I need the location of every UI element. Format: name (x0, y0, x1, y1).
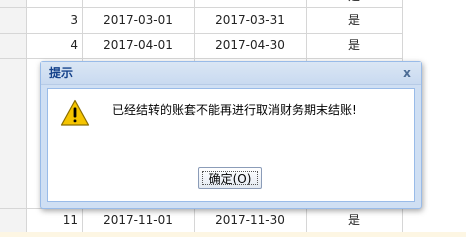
alert-dialog: 提示 x 已经结转的账套不能再进行取消财务期末结账! 确定(O) (40, 61, 422, 209)
table-cell-flag: 是 (347, 38, 360, 52)
dialog-title: 提示 (49, 66, 74, 80)
table-row[interactable]: 3 2017-03-01 2017-03-31 是 (0, 8, 466, 32)
dialog-body: 已经结转的账套不能再进行取消财务期末结账! 确定(O) (47, 88, 415, 202)
table-cell-end-date: 2017-03-31 (215, 13, 285, 27)
table-cell-flag: 是 (347, 213, 360, 227)
dialog-message: 已经结转的账套不能再进行取消财务期末结账! (112, 103, 357, 117)
warning-icon (60, 99, 90, 126)
ok-button-label: 确定(O) (202, 171, 258, 186)
selected-row-highlight (0, 232, 466, 237)
table-cell-flag-partial: 是 (306, 0, 402, 4)
table-cell-end-date: 2017-04-30 (215, 38, 285, 52)
table-row[interactable]: 11 2017-11-01 2017-11-30 是 (0, 208, 466, 232)
close-icon[interactable]: x (399, 65, 415, 81)
table-cell-flag: 是 (347, 13, 360, 27)
table-cell-start-date: 2017-03-01 (103, 13, 173, 27)
table-cell-index: 11 (62, 213, 78, 227)
table-cell-start-date: 2017-11-01 (103, 213, 173, 227)
table-cell-start-date: 2017-04-01 (103, 38, 173, 52)
table-cell-index: 3 (70, 13, 78, 27)
grid-hline (0, 58, 402, 59)
ok-button[interactable]: 确定(O) (198, 167, 262, 189)
table-cell-index: 4 (70, 38, 78, 52)
dialog-header[interactable]: 提示 x (41, 62, 421, 85)
table-cell-end-date: 2017-11-30 (215, 213, 285, 227)
table-row[interactable]: 4 2017-04-01 2017-04-30 是 (0, 33, 466, 57)
